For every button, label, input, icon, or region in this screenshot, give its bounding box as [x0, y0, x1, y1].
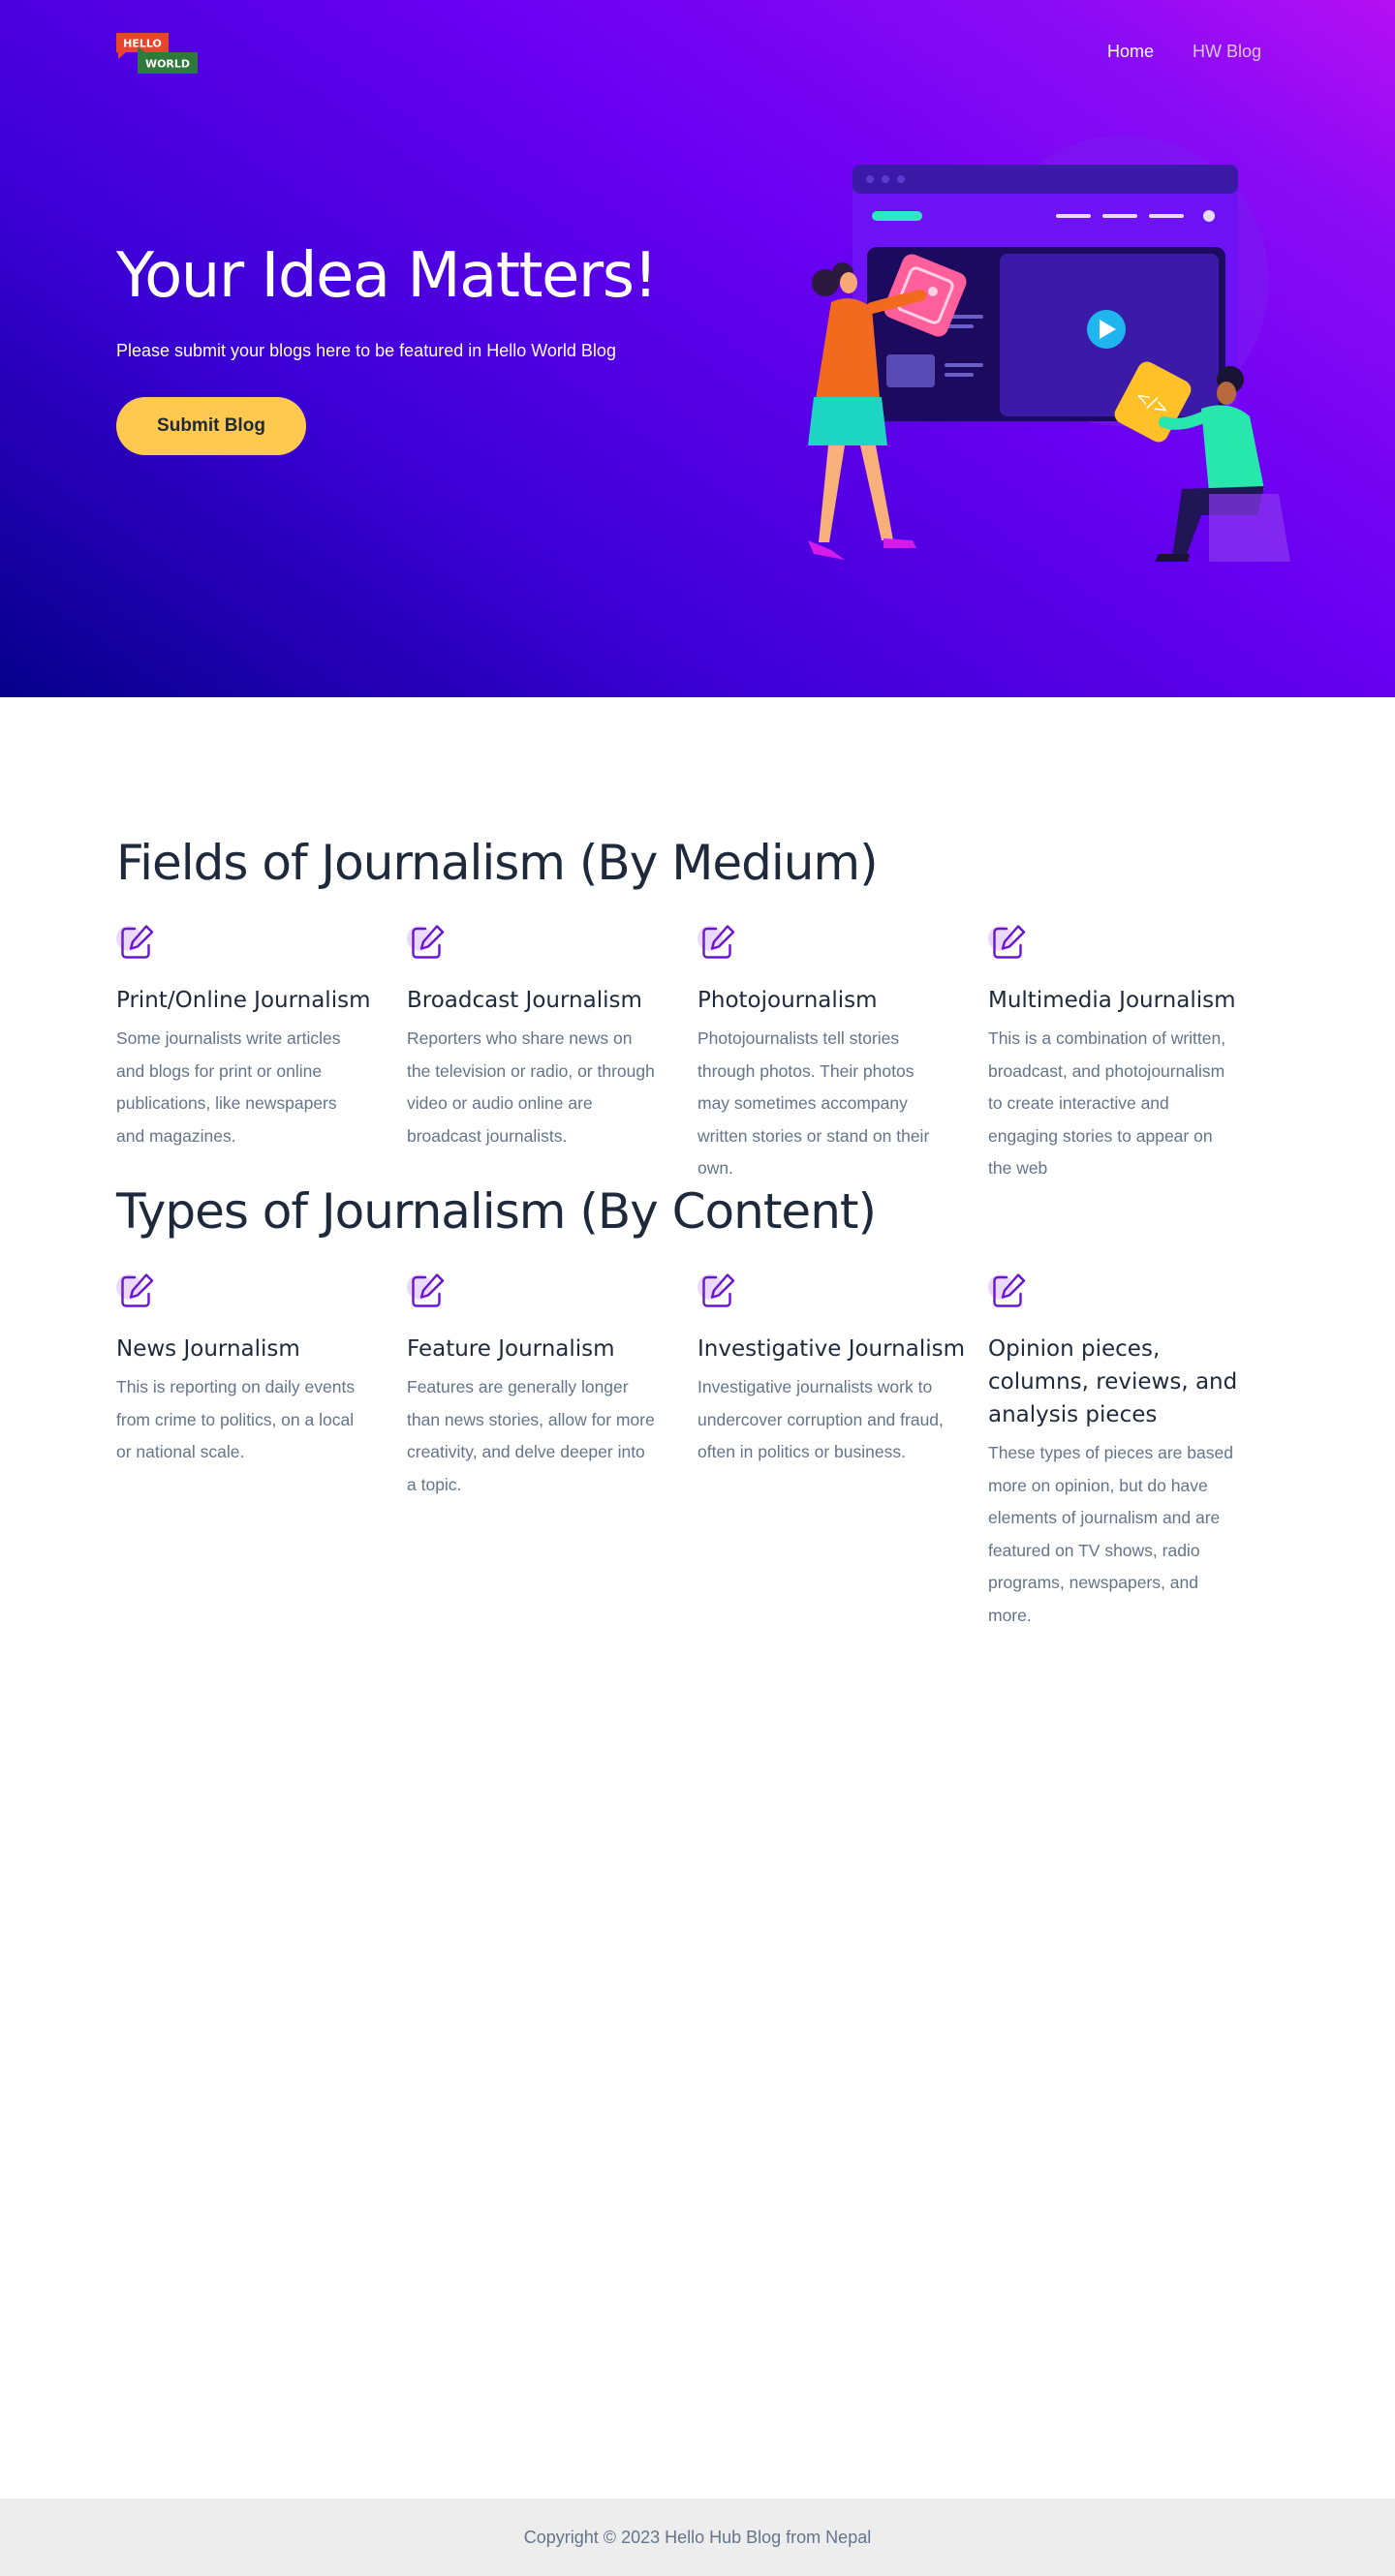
- card-broadcast: Broadcast Journalism Reporters who share…: [407, 922, 698, 1185]
- card-title: Print/Online Journalism: [116, 988, 371, 1013]
- card-multimedia: Multimedia Journalism This is a combinat…: [988, 922, 1279, 1185]
- card-title: Broadcast Journalism: [407, 988, 642, 1013]
- card-text: This is reporting on daily events from c…: [116, 1377, 356, 1461]
- hero-illustration: </>: [808, 136, 1290, 562]
- edit-icon: [988, 1273, 1026, 1307]
- edit-icon: [116, 1273, 154, 1307]
- card-title: Photojournalism: [698, 988, 878, 1013]
- edit-icon: [407, 1273, 445, 1307]
- hero-title: Your Idea Matters!: [116, 240, 658, 312]
- nav-link-home[interactable]: Home: [1107, 42, 1154, 62]
- section-title-content: Types of Journalism (By Content): [116, 1183, 877, 1240]
- card-opinion: Opinion pieces, columns, reviews, and an…: [988, 1271, 1279, 1632]
- svg-text:WORLD: WORLD: [145, 58, 190, 71]
- edit-icon: [988, 925, 1026, 959]
- card-title: Opinion pieces, columns, reviews, and an…: [988, 1336, 1238, 1427]
- submit-blog-button[interactable]: Submit Blog: [116, 397, 306, 455]
- section-title-medium: Fields of Journalism (By Medium): [116, 835, 879, 891]
- footer: Copyright © 2023 Hello Hub Blog from Nep…: [0, 2499, 1395, 2576]
- medium-cards: Print/Online Journalism Some journalists…: [116, 922, 1279, 1185]
- card-text: Investigative journalists work to underc…: [698, 1377, 944, 1461]
- edit-icon: [698, 1273, 735, 1307]
- card-text: Photojournalists tell stories through ph…: [698, 1028, 930, 1178]
- card-text: Reporters who share news on the televisi…: [407, 1028, 655, 1146]
- content-cards: News Journalism This is reporting on dai…: [116, 1271, 1279, 1632]
- svg-text:HELLO: HELLO: [123, 38, 162, 50]
- card-text: This is a combination of written, broadc…: [988, 1028, 1226, 1178]
- edit-icon: [116, 925, 154, 959]
- card-feature: Feature Journalism Features are generall…: [407, 1271, 698, 1632]
- hello-world-logo[interactable]: HELLO WORLD: [116, 33, 200, 76]
- card-title: Investigative Journalism: [698, 1336, 966, 1362]
- card-print-online: Print/Online Journalism Some journalists…: [116, 922, 407, 1185]
- copyright-text: Copyright © 2023 Hello Hub Blog from Nep…: [523, 2527, 872, 2547]
- card-text: Features are generally longer than news …: [407, 1377, 655, 1494]
- edit-icon: [698, 925, 735, 959]
- card-news: News Journalism This is reporting on dai…: [116, 1271, 407, 1632]
- card-investigative: Investigative Journalism Investigative j…: [698, 1271, 988, 1632]
- nav-link-hw-blog[interactable]: HW Blog: [1193, 42, 1261, 62]
- card-title: Feature Journalism: [407, 1336, 615, 1362]
- hero-subtitle: Please submit your blogs here to be feat…: [116, 341, 616, 360]
- card-photojournalism: Photojournalism Photojournalists tell st…: [698, 922, 988, 1185]
- card-text: These types of pieces are based more on …: [988, 1443, 1233, 1625]
- hero-section: HELLO WORLD Home HW Blog Your Idea Matte…: [0, 0, 1395, 697]
- main-nav: Home HW Blog: [1107, 42, 1261, 62]
- card-title: News Journalism: [116, 1336, 300, 1362]
- card-text: Some journalists write articles and blog…: [116, 1028, 341, 1146]
- card-title: Multimedia Journalism: [988, 988, 1236, 1013]
- edit-icon: [407, 925, 445, 959]
